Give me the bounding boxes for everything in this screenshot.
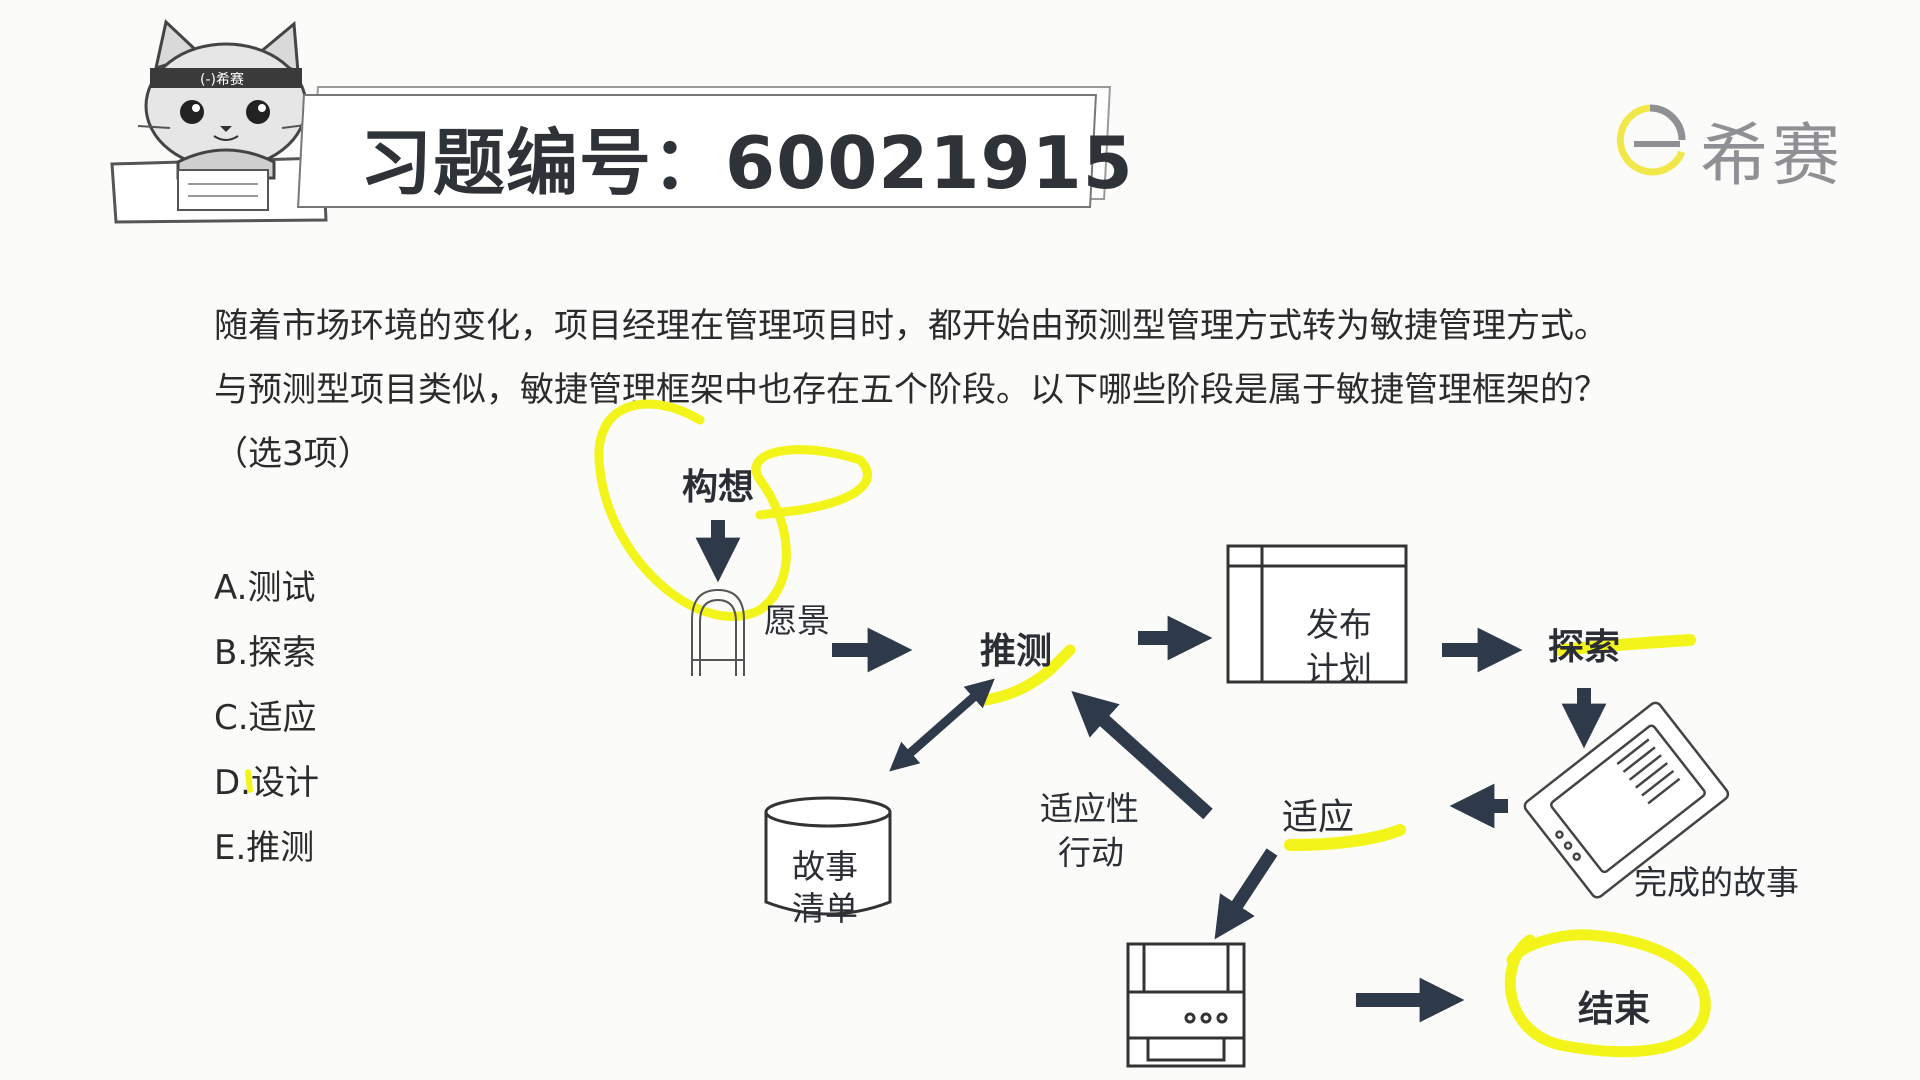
label-release-plan-2: 计划 [1306, 649, 1372, 688]
label-speculate: 推测 [980, 631, 1053, 672]
highlight-circle-envision [594, 399, 872, 621]
highlight-mark-option-d [245, 769, 253, 793]
label-explore: 探索 [1548, 627, 1621, 668]
highlight-marks [245, 399, 1711, 1058]
agile-framework-diagram: 构想 愿景 推测 发布 计划 探索 完成的故事 适应 适应性 行动 故事 清单 … [0, 0, 1920, 1080]
printer-icon [1126, 942, 1246, 1068]
arrow-adapt-printer [1214, 848, 1278, 940]
label-adaptive-action-1: 适应性 [1040, 789, 1139, 828]
label-release-plan-1: 发布 [1306, 605, 1372, 644]
label-story-list-2: 清单 [792, 889, 858, 928]
label-close: 结束 [1578, 989, 1651, 1030]
label-vision: 愿景 [764, 601, 830, 640]
label-adapt: 适应 [1282, 797, 1355, 838]
lightbulb-icon [691, 588, 745, 676]
label-story-list-1: 故事 [792, 847, 858, 886]
arrow-speculate-storylist [889, 678, 995, 772]
label-completed-stories: 完成的故事 [1634, 863, 1799, 902]
label-envision: 构想 [682, 467, 755, 508]
label-adaptive-action-2: 行动 [1058, 833, 1124, 872]
